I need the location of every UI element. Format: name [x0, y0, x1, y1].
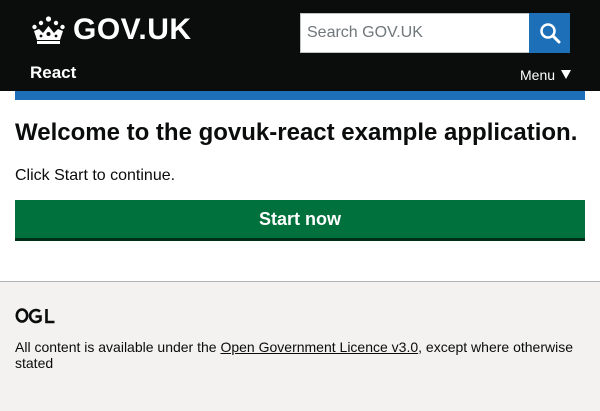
govuk-logo-text: GOV.UK — [73, 13, 192, 46]
search-input[interactable] — [300, 13, 529, 53]
footer-divider — [0, 281, 600, 282]
menu-label: Menu — [520, 67, 556, 83]
service-name-link[interactable]: React — [30, 62, 76, 84]
licence-text: All content is available under the Open … — [15, 339, 585, 371]
search-button[interactable] — [529, 13, 570, 53]
header-accent-bar — [15, 91, 585, 100]
govuk-home-link[interactable]: GOV.UK — [30, 12, 192, 48]
start-now-button[interactable]: Start now — [15, 200, 585, 241]
ogl-logo-icon — [15, 308, 55, 324]
ogl-licence-link[interactable]: Open Government Licence v3.0 — [220, 339, 418, 355]
menu-toggle[interactable]: Menu — [520, 67, 572, 83]
search-form — [300, 13, 570, 53]
crown-icon — [32, 16, 65, 44]
caret-down-icon — [561, 69, 572, 79]
page-title: Welcome to the govuk-react example appli… — [15, 119, 578, 146]
licence-prefix: All content is available under the — [15, 339, 221, 355]
search-icon — [539, 23, 560, 44]
site-header: GOV.UK React Menu — [0, 0, 600, 91]
lead-text: Click Start to continue. — [15, 167, 176, 184]
